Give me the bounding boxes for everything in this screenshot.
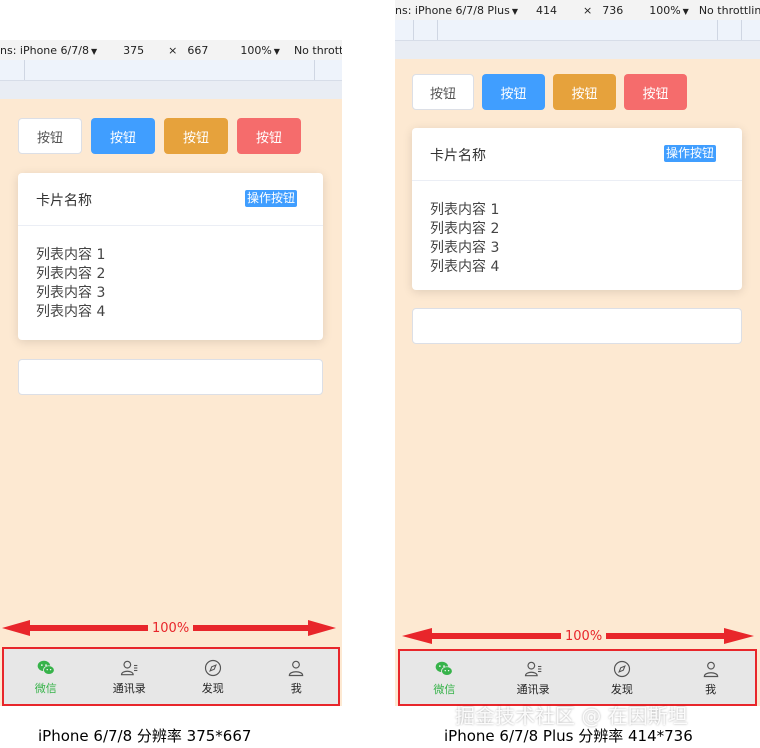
media-query-ruler — [0, 60, 342, 81]
list-item: 列表内容 2 — [36, 266, 106, 282]
tab-me[interactable]: 我 — [255, 649, 339, 704]
tab-wechat[interactable]: 微信 — [400, 651, 489, 704]
tab-label: 微信 — [433, 682, 456, 696]
card-header: 卡片名称 操作按钮 — [18, 173, 323, 226]
device-width[interactable]: 414 — [536, 4, 557, 17]
zoom-select[interactable]: 100% ▼ — [240, 44, 280, 57]
list-item: 列表内容 1 — [430, 202, 500, 218]
bottom-tab-bar: 微信 通讯录 发现 我 — [2, 647, 340, 706]
warning-button[interactable]: 按钮 — [553, 74, 616, 110]
device-select[interactable]: ns: iPhone 6/7/8 ▼ — [0, 44, 97, 57]
zoom-select[interactable]: 100% ▼ — [649, 4, 689, 17]
tab-label: 通讯录 — [112, 681, 146, 695]
card-body: 列表内容 1 列表内容 2 列表内容 3 列表内容 4 — [18, 226, 323, 342]
dropdown-arrow-icon: ▼ — [273, 46, 280, 56]
ruler-tick — [741, 20, 742, 40]
dropdown-arrow-icon: ▼ — [90, 46, 98, 56]
tab-label: 我 — [705, 682, 717, 696]
ruler-tick — [437, 20, 438, 40]
tab-contacts[interactable]: 通讯录 — [489, 651, 578, 704]
danger-button[interactable]: 按钮 — [624, 74, 687, 110]
primary-button[interactable]: 按钮 — [91, 118, 155, 154]
device-select[interactable]: ns: iPhone 6/7/8 Plus ▼ — [395, 4, 518, 17]
list-item: 列表内容 4 — [430, 259, 500, 275]
wechat-icon — [436, 661, 454, 676]
list-item: 列表内容 2 — [430, 221, 500, 237]
times-sign: × — [168, 43, 178, 57]
card-title: 卡片名称 — [36, 193, 92, 209]
tab-me[interactable]: 我 — [666, 651, 755, 704]
card-header: 卡片名称 操作按钮 — [412, 128, 742, 181]
ruler-strip — [0, 81, 342, 99]
text-input[interactable] — [412, 308, 742, 344]
list-item: 列表内容 3 — [430, 240, 500, 256]
tab-discover[interactable]: 发现 — [578, 651, 667, 704]
throttle-select[interactable]: No throttling — [699, 4, 760, 17]
phone-preview-414: ns: iPhone 6/7/8 Plus ▼ 414 × 736 100% ▼ N… — [395, 0, 760, 706]
dropdown-arrow-icon: ▼ — [511, 6, 518, 16]
wechat-icon — [37, 660, 55, 675]
warning-button[interactable]: 按钮 — [164, 118, 228, 154]
width-percent-label: 100% — [148, 621, 194, 636]
tab-label: 发现 — [610, 682, 633, 696]
list-item: 列表内容 4 — [36, 304, 106, 320]
card: 卡片名称 操作按钮 列表内容 1 列表内容 2 列表内容 3 列表内容 4 — [18, 173, 323, 340]
compass-icon — [204, 659, 221, 676]
compass-icon — [613, 660, 630, 677]
devtools-device-toolbar: ns: iPhone 6/7/8 ▼ 375 × 667 100% ▼ No thr… — [0, 40, 342, 61]
device-height[interactable]: 667 — [187, 44, 208, 57]
list-item: 列表内容 3 — [36, 285, 106, 301]
bottom-tab-bar: 微信 通讯录 发现 我 — [398, 649, 757, 706]
tab-discover[interactable]: 发现 — [171, 649, 255, 704]
watermark: 掘金技术社区 @ 在因斯坦 — [455, 704, 688, 728]
tab-wechat[interactable]: 微信 — [4, 649, 88, 704]
tab-contacts[interactable]: 通讯录 — [88, 649, 172, 704]
default-button[interactable]: 按钮 — [412, 74, 474, 110]
times-sign: × — [583, 3, 593, 17]
danger-button[interactable]: 按钮 — [237, 118, 301, 154]
ruler-tick — [413, 20, 414, 40]
tab-label: 发现 — [201, 681, 224, 695]
contacts-icon — [525, 661, 542, 676]
ruler-strip — [395, 41, 760, 59]
list-item: 列表内容 1 — [36, 247, 106, 263]
device-width[interactable]: 375 — [123, 44, 144, 57]
dropdown-arrow-icon: ▼ — [682, 6, 689, 16]
tab-label: 通讯录 — [516, 682, 550, 696]
device-height[interactable]: 736 — [602, 4, 623, 17]
caption-left: iPhone 6/7/8 分辨率 375*667 — [38, 727, 252, 745]
devtools-device-toolbar: ns: iPhone 6/7/8 Plus ▼ 414 × 736 100% ▼ N… — [395, 0, 760, 21]
ruler-tick — [24, 60, 25, 80]
card-title: 卡片名称 — [430, 148, 486, 164]
width-percent-label: 100% — [561, 629, 607, 644]
card-action-button[interactable]: 操作按钮 — [244, 190, 297, 207]
contacts-icon — [121, 660, 138, 675]
ruler-tick — [314, 60, 315, 80]
ruler-tick — [717, 20, 718, 40]
throttle-select[interactable]: No throttl — [294, 44, 342, 57]
person-icon — [703, 661, 718, 677]
media-query-ruler — [395, 20, 760, 41]
card-action-button[interactable]: 操作按钮 — [663, 145, 716, 162]
text-input[interactable] — [18, 359, 323, 395]
phone-preview-375: ns: iPhone 6/7/8 ▼ 375 × 667 100% ▼ No thr… — [0, 40, 342, 706]
default-button[interactable]: 按钮 — [18, 118, 82, 154]
tab-label: 我 — [290, 681, 302, 695]
card: 卡片名称 操作按钮 列表内容 1 列表内容 2 列表内容 3 列表内容 4 — [412, 128, 742, 290]
person-icon — [288, 660, 304, 676]
card-body: 列表内容 1 列表内容 2 列表内容 3 列表内容 4 — [412, 181, 742, 297]
tab-label: 微信 — [34, 681, 57, 695]
primary-button[interactable]: 按钮 — [482, 74, 545, 110]
